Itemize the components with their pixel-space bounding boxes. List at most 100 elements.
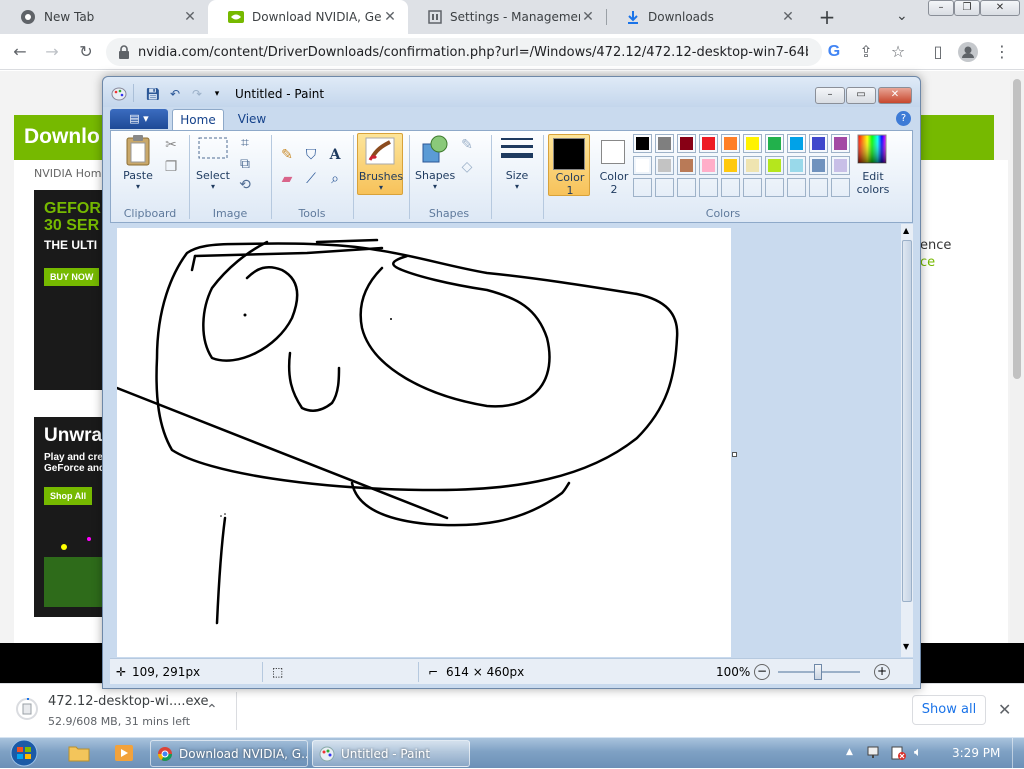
- color2-button[interactable]: Color 2: [594, 134, 634, 196]
- tab-home[interactable]: Home: [172, 109, 224, 130]
- custom-color-slot[interactable]: [809, 178, 828, 197]
- side-link[interactable]: ce: [920, 255, 935, 270]
- google-icon[interactable]: G: [824, 42, 844, 62]
- outline-icon[interactable]: ✎: [457, 135, 477, 155]
- scroll-thumb[interactable]: [902, 240, 912, 602]
- text-tool-icon[interactable]: A: [325, 145, 345, 165]
- rotate-icon[interactable]: ⟲: [235, 175, 255, 195]
- profile-avatar-icon[interactable]: [958, 42, 978, 62]
- close-tab-icon[interactable]: ✕: [182, 9, 198, 25]
- paint-menu-button[interactable]: ▤ ▾: [110, 109, 168, 129]
- shapes-button[interactable]: Shapes ▾: [415, 134, 455, 194]
- palette-swatch[interactable]: [699, 156, 718, 175]
- eraser-icon[interactable]: ▰: [277, 169, 297, 189]
- close-window-button[interactable]: ✕: [980, 0, 1020, 16]
- tab-new-tab[interactable]: New Tab ✕: [0, 0, 208, 34]
- palette-swatch[interactable]: [677, 156, 696, 175]
- palette-swatch[interactable]: [699, 134, 718, 153]
- palette-swatch[interactable]: [787, 134, 806, 153]
- custom-color-slot[interactable]: [655, 178, 674, 197]
- cut-icon[interactable]: ✂: [161, 135, 181, 155]
- size-button[interactable]: Size ▾: [497, 134, 537, 194]
- start-orb-icon[interactable]: [6, 739, 42, 767]
- new-tab-button[interactable]: +: [816, 6, 838, 28]
- palette-swatch[interactable]: [831, 134, 850, 153]
- show-all-button[interactable]: Show all: [912, 695, 986, 725]
- side-panel-icon[interactable]: ▯: [928, 42, 948, 62]
- fill-icon[interactable]: ◇: [457, 157, 477, 177]
- show-desktop-button[interactable]: [1012, 738, 1024, 769]
- palette-swatch[interactable]: [809, 156, 828, 175]
- volume-icon[interactable]: 🔈︎: [914, 745, 922, 760]
- tab-settings[interactable]: Settings - Management ✕: [408, 0, 606, 34]
- custom-color-slot[interactable]: [765, 178, 784, 197]
- chevron-up-icon[interactable]: ⌃: [206, 702, 218, 718]
- custom-color-slot[interactable]: [699, 178, 718, 197]
- color-picker-icon[interactable]: ⟋: [301, 169, 321, 189]
- drawing-canvas[interactable]: [117, 228, 731, 657]
- undo-icon[interactable]: ↶: [167, 87, 183, 101]
- custom-color-slot[interactable]: [633, 178, 652, 197]
- reload-icon[interactable]: ↻: [76, 42, 96, 62]
- breadcrumb[interactable]: NVIDIA Home: [34, 167, 108, 180]
- brushes-button[interactable]: Brushes ▾: [357, 133, 403, 195]
- zoom-slider-thumb[interactable]: [814, 664, 822, 680]
- palette-swatch[interactable]: [721, 156, 740, 175]
- custom-color-slot[interactable]: [721, 178, 740, 197]
- paint-close-button[interactable]: ✕: [878, 87, 912, 104]
- qat-customize-icon[interactable]: ▾: [209, 87, 225, 101]
- paint-app-icon[interactable]: [111, 87, 127, 101]
- redo-icon[interactable]: ↷: [189, 87, 205, 101]
- palette-swatch[interactable]: [633, 156, 652, 175]
- close-tab-icon[interactable]: ✕: [780, 9, 796, 25]
- action-center-icon[interactable]: [890, 745, 908, 761]
- palette-swatch[interactable]: [655, 134, 674, 153]
- paint-title-bar[interactable]: 💾︎ ↶ ↷ ▾ Untitled - Paint – ▭ ✕: [103, 77, 920, 107]
- tab-view[interactable]: View: [230, 109, 274, 130]
- close-shelf-icon[interactable]: ✕: [998, 700, 1011, 719]
- crop-icon[interactable]: ⌗: [235, 133, 255, 153]
- buy-now-button[interactable]: BUY NOW: [44, 268, 100, 286]
- edit-colors-button[interactable]: Edit colors: [853, 134, 893, 196]
- tab-nvidia[interactable]: Download NVIDIA, GeForce ✕: [208, 0, 408, 34]
- tab-search-chevron-icon[interactable]: ⌄: [896, 8, 908, 24]
- custom-color-slot[interactable]: [787, 178, 806, 197]
- tab-downloads[interactable]: Downloads ✕: [606, 0, 806, 34]
- taskbar-chrome[interactable]: Download NVIDIA, G...: [150, 740, 308, 767]
- palette-swatch[interactable]: [809, 134, 828, 153]
- zoom-out-button[interactable]: −: [754, 664, 770, 680]
- save-icon[interactable]: 💾︎: [145, 87, 161, 101]
- fill-bucket-icon[interactable]: ⛉: [301, 145, 321, 165]
- taskbar-paint[interactable]: Untitled - Paint: [312, 740, 470, 767]
- forward-arrow-icon[interactable]: →: [42, 42, 62, 62]
- palette-swatch[interactable]: [633, 134, 652, 153]
- paint-minimize-button[interactable]: –: [815, 87, 845, 104]
- address-bar[interactable]: nvidia.com/content/DriverDownloads/confi…: [106, 38, 822, 66]
- custom-color-slot[interactable]: [743, 178, 762, 197]
- zoom-in-button[interactable]: +: [874, 664, 890, 680]
- explorer-folder-icon[interactable]: [68, 744, 90, 762]
- palette-swatch[interactable]: [765, 156, 784, 175]
- paste-button[interactable]: Paste ▾: [119, 134, 157, 194]
- scroll-up-icon[interactable]: ▲: [903, 226, 909, 235]
- network-icon[interactable]: [866, 745, 884, 761]
- media-player-icon[interactable]: [114, 744, 134, 762]
- page-scrollbar[interactable]: [1010, 71, 1024, 643]
- palette-swatch[interactable]: [743, 156, 762, 175]
- custom-color-slot[interactable]: [831, 178, 850, 197]
- palette-swatch[interactable]: [765, 134, 784, 153]
- close-tab-icon[interactable]: ✕: [382, 9, 398, 25]
- select-button[interactable]: Select ▾: [195, 134, 231, 194]
- help-icon[interactable]: ?: [896, 111, 911, 126]
- palette-swatch[interactable]: [831, 156, 850, 175]
- maximize-button[interactable]: ❐: [954, 0, 980, 16]
- canvas-resize-handle[interactable]: [732, 452, 737, 457]
- palette-swatch[interactable]: [655, 156, 674, 175]
- custom-color-slot[interactable]: [677, 178, 696, 197]
- minimize-button[interactable]: –: [928, 0, 954, 16]
- bookmark-star-icon[interactable]: ☆: [888, 42, 908, 62]
- pencil-icon[interactable]: ✎: [277, 145, 297, 165]
- download-item[interactable]: 472.12-desktop-wi....exe 52.9/608 MB, 31…: [10, 688, 236, 734]
- magnifier-icon[interactable]: ⌕: [325, 169, 345, 189]
- paint-maximize-button[interactable]: ▭: [846, 87, 876, 104]
